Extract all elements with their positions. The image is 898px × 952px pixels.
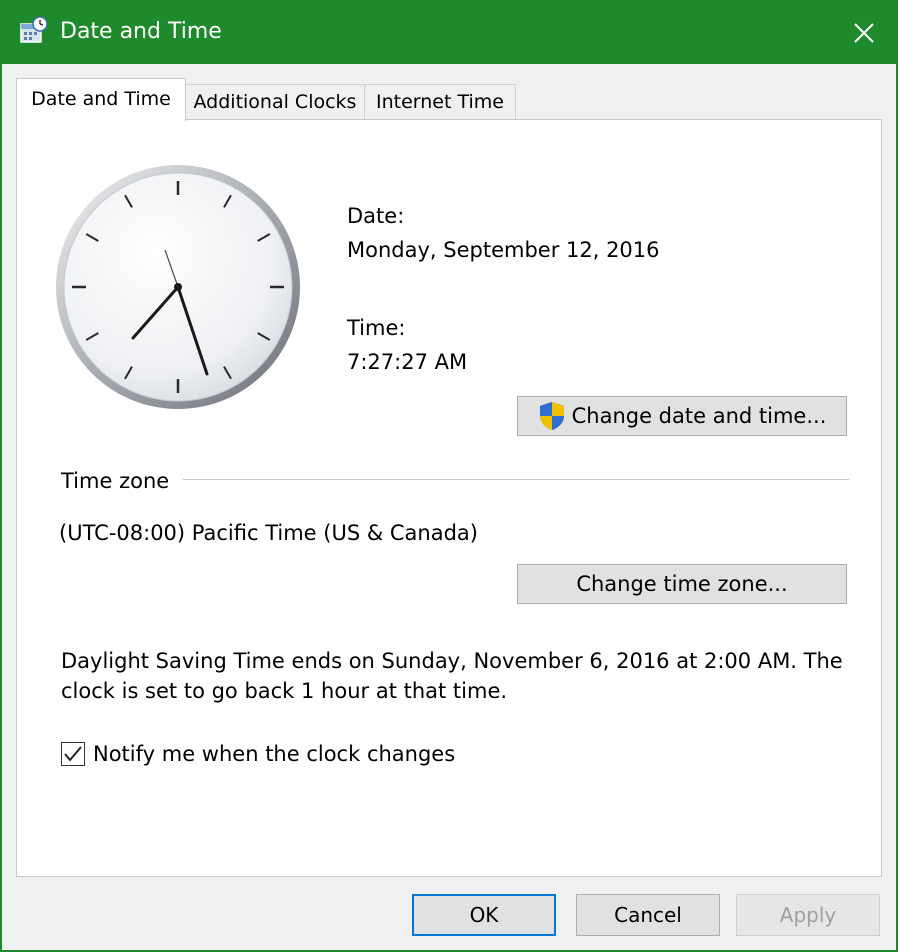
close-icon [854,23,874,43]
notify-checkbox-label[interactable]: Notify me when the clock changes [93,740,455,768]
tab-date-and-time[interactable]: Date and Time [16,78,186,121]
uac-shield-icon [539,402,564,430]
time-value: 7:27:27 AM [347,350,468,374]
time-zone-heading: Time zone [61,469,170,493]
tab-panel: Date: Monday, September 12, 2016 Time: 7… [16,119,882,877]
ok-button[interactable]: OK [412,894,556,936]
dst-info-line2: clock is set to go back 1 hour at that t… [61,679,508,703]
date-value: Monday, September 12, 2016 [347,238,660,262]
window-title: Date and Time [60,19,222,44]
time-zone-value: (UTC-08:00) Pacific Time (US & Canada) [59,521,478,545]
change-date-time-button[interactable]: Change date and time... [517,396,847,436]
time-label: Time: [347,316,406,340]
change-time-zone-button[interactable]: Change time zone... [517,564,847,604]
calendar-clock-icon [20,16,48,43]
notify-checkbox[interactable] [61,742,85,766]
apply-button: Apply [736,894,880,936]
tab-internet-time[interactable]: Internet Time [364,84,516,119]
close-button[interactable] [832,2,896,64]
dst-info-line1: Daylight Saving Time ends on Sunday, Nov… [61,649,843,673]
analog-clock [56,165,300,409]
title-bar[interactable]: Date and Time [2,2,896,64]
date-label: Date: [347,204,405,228]
change-time-zone-label: Change time zone... [576,572,788,596]
checkmark-icon [64,746,82,762]
cancel-button[interactable]: Cancel [576,894,720,936]
time-zone-divider [183,479,849,480]
change-date-time-label: Change date and time... [571,404,827,428]
tab-additional-clocks[interactable]: Additional Clocks [184,84,366,119]
date-time-dialog: Date and Time Date and Time Additional C… [0,0,898,952]
